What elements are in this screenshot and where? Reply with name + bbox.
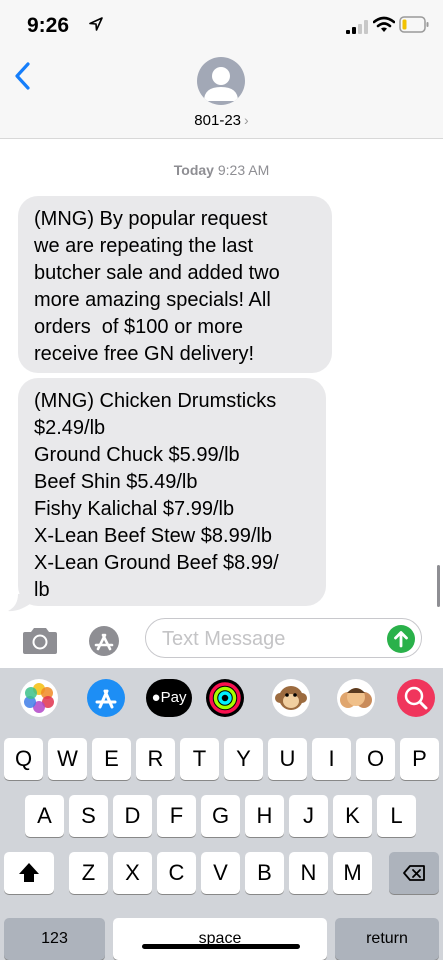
apple-pay-label: Pay: [160, 689, 187, 706]
activity-app-icon[interactable]: [206, 679, 244, 717]
text-message-placeholder: Text Message: [162, 628, 286, 650]
thread-timestamp: Today 9:23 AM: [0, 162, 443, 178]
incoming-message-bubble[interactable]: (MNG) Chicken Drumsticks $2.49/lb Ground…: [18, 378, 326, 606]
text-message-input[interactable]: Text Message: [145, 618, 422, 658]
apple-pay-app-icon[interactable]: ●Pay: [146, 679, 192, 717]
location-arrow-icon: [89, 17, 103, 31]
key-z[interactable]: Z: [69, 852, 108, 894]
key-f[interactable]: F: [157, 795, 196, 837]
globe-search-icon: [404, 686, 428, 710]
contact-number: 801-23: [194, 112, 242, 129]
status-bar: 9:26: [0, 0, 443, 50]
key-l[interactable]: L: [377, 795, 416, 837]
key-h[interactable]: H: [245, 795, 284, 837]
key-v[interactable]: V: [201, 852, 240, 894]
timestamp-time: 9:23 AM: [217, 162, 270, 178]
key-g[interactable]: G: [201, 795, 240, 837]
contact-name[interactable]: 801-23 ›: [0, 112, 443, 129]
numbers-key[interactable]: 123: [4, 918, 105, 960]
send-button[interactable]: [387, 625, 415, 653]
camera-icon[interactable]: [20, 626, 60, 656]
key-b[interactable]: B: [245, 852, 284, 894]
memoji-app-icon[interactable]: [337, 679, 375, 717]
key-d[interactable]: D: [113, 795, 152, 837]
key-r[interactable]: R: [136, 738, 175, 780]
key-a[interactable]: A: [25, 795, 64, 837]
keyboard: Q W E R T Y U I O P A S D F G H J K L Z …: [0, 726, 443, 960]
cellular-signal-icon: [346, 20, 368, 34]
person-silhouette-icon: [204, 67, 238, 101]
conversation-header: 801-23 ›: [0, 50, 443, 139]
shift-arrow-icon: [19, 863, 39, 882]
app-store-a-icon: [95, 689, 117, 709]
key-p[interactable]: P: [400, 738, 439, 780]
photos-icon: [24, 683, 54, 713]
send-arrow-icon: [394, 631, 408, 648]
key-q[interactable]: Q: [4, 738, 43, 780]
app-store-icon[interactable]: [82, 624, 126, 658]
backspace-icon: [403, 865, 425, 881]
memoji-faces-icon: [340, 688, 372, 708]
battery-low-icon: [399, 16, 429, 33]
key-m[interactable]: M: [333, 852, 372, 894]
monkey-icon: [275, 686, 307, 710]
key-j[interactable]: J: [289, 795, 328, 837]
key-y[interactable]: Y: [224, 738, 263, 780]
key-t[interactable]: T: [180, 738, 219, 780]
search-images-app-icon[interactable]: [397, 679, 435, 717]
thread-scrollbar[interactable]: [437, 565, 440, 607]
photos-app-icon[interactable]: [20, 679, 58, 717]
animoji-app-icon[interactable]: [272, 679, 310, 717]
key-c[interactable]: C: [157, 852, 196, 894]
app-store-app-icon[interactable]: [87, 679, 125, 717]
contact-chevron-icon: ›: [244, 112, 249, 128]
key-n[interactable]: N: [289, 852, 328, 894]
key-s[interactable]: S: [69, 795, 108, 837]
key-k[interactable]: K: [333, 795, 372, 837]
status-time: 9:26: [27, 14, 70, 37]
message-thread[interactable]: Today 9:23 AM (MNG) By popular request w…: [0, 139, 443, 614]
key-o[interactable]: O: [356, 738, 395, 780]
return-key[interactable]: return: [335, 918, 439, 960]
timestamp-day: Today: [173, 162, 214, 178]
contact-avatar[interactable]: [197, 57, 245, 105]
activity-rings-icon: [209, 682, 241, 714]
wifi-icon: [373, 16, 395, 32]
bubble-tail: [8, 594, 30, 612]
back-chevron-icon[interactable]: [12, 58, 34, 94]
key-e[interactable]: E: [92, 738, 131, 780]
key-x[interactable]: X: [113, 852, 152, 894]
key-w[interactable]: W: [48, 738, 87, 780]
shift-key[interactable]: [4, 852, 54, 894]
key-u[interactable]: U: [268, 738, 307, 780]
message-composer: Text Message: [0, 614, 443, 668]
home-indicator[interactable]: [142, 944, 300, 949]
key-i[interactable]: I: [312, 738, 351, 780]
incoming-message-bubble[interactable]: (MNG) By popular request we are repeatin…: [18, 196, 332, 373]
imessage-app-strip: ●Pay: [0, 668, 443, 726]
delete-key[interactable]: [389, 852, 439, 894]
space-key[interactable]: space: [113, 918, 327, 960]
apple-logo-icon: ●: [151, 689, 161, 706]
